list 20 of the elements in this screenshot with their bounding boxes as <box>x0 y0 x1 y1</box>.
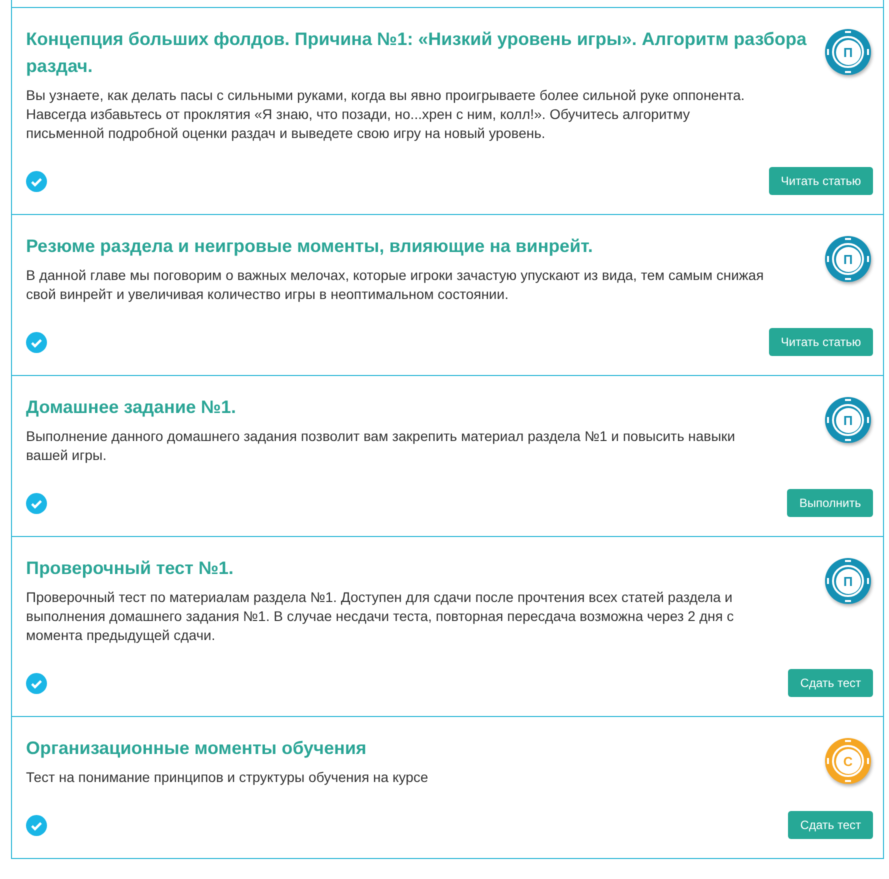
lesson-title: Резюме раздела и неигровые моменты, влияющие на винрейт. <box>26 235 594 258</box>
lesson-title: Проверочный тест №1. <box>26 557 235 580</box>
action-button[interactable]: Сдать тест <box>788 811 873 839</box>
lesson-title: Концепция больших фолдов. Причина №1: «Низкий уровень игры». Алгоритм разбора раздач. <box>26 28 808 78</box>
action-button[interactable]: Выполнить <box>787 489 873 517</box>
chip-badge: П <box>825 236 871 282</box>
lesson-title: Организационные моменты обучения <box>26 737 368 760</box>
chip-badge: С <box>825 738 871 784</box>
lesson-description: В данной главе мы поговорим о важных мелочах, которые игроки зачастую упускают из вида, тем самым снижая свой винрейт и увеличивая количество игры в неоптимальном состоянии. <box>26 266 765 304</box>
action-button[interactable]: Сдать тест <box>788 669 873 697</box>
lesson-description: Вы узнаете, как делать пасы с сильными руками, когда вы явно проигрываете более сильной руке оппонента. Навсегда избавьтесь от проклятия «Я знаю, что позади, но...хрен с ним, колл!». Обучитесь алгоритму письменной подробной оценки раздач и выведете свою игру на новый уровень. <box>26 86 746 143</box>
chip-badge: П <box>825 558 871 604</box>
lesson-description: Выполнение данного домашнего задания позволит вам закрепить материал раздела №1 и повысить навыки вашей игры. <box>26 427 736 465</box>
lesson-description: Проверочный тест по материалам раздела №1. Доступен для сдачи после прочтения всех статей раздела и выполнения домашнего задания №1. В случае несдачи теста, повторная пересдача возможна через 2 дня с момента предыдущей сдачи. <box>26 588 735 645</box>
chip-badge: П <box>825 397 871 443</box>
chip-badge: П <box>825 29 871 75</box>
action-button[interactable]: Читать статью <box>768 167 873 195</box>
lesson-title: Домашнее задание №1. <box>26 396 237 419</box>
lesson-description: Тест на понимание принципов и структуры обучения на курсе <box>26 768 430 787</box>
action-button[interactable]: Читать статью <box>768 328 873 356</box>
